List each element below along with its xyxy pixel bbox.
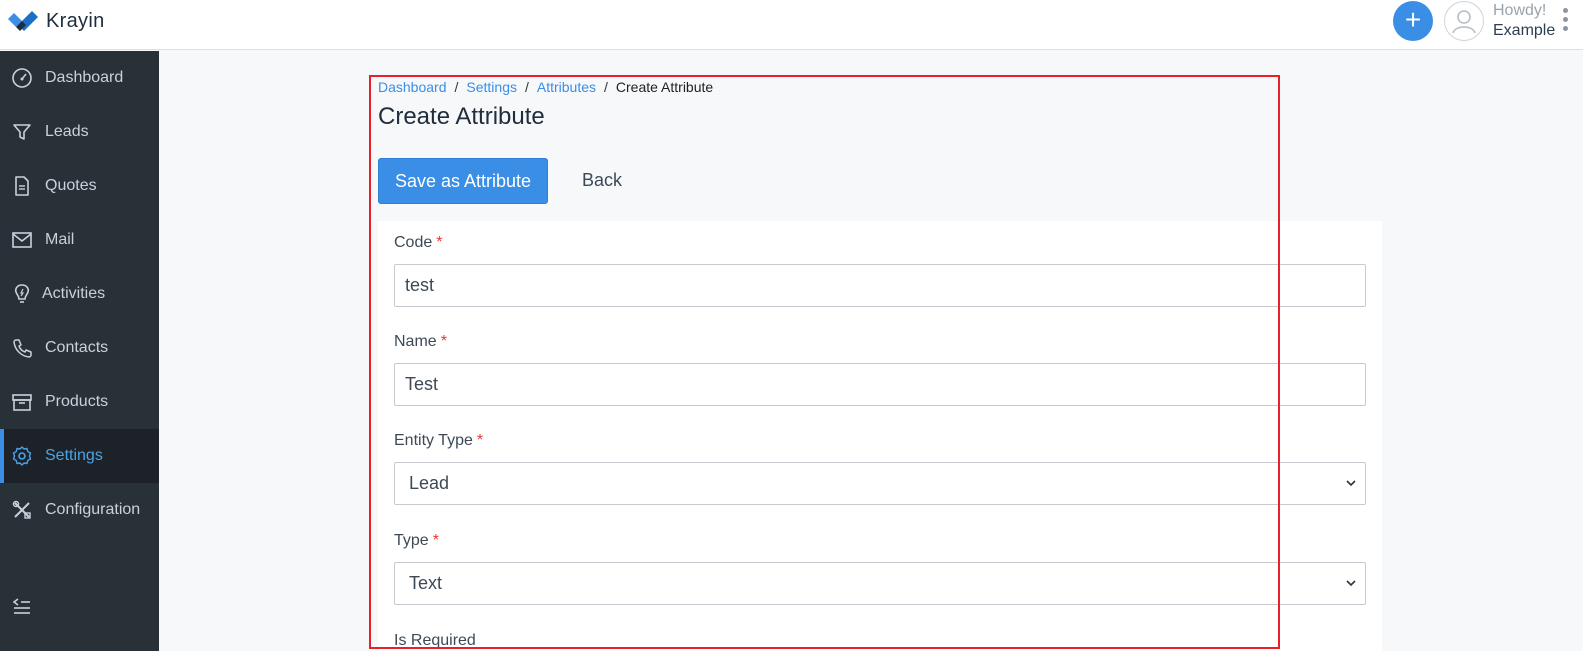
- sidebar-item-contacts[interactable]: Contacts: [0, 321, 159, 375]
- is-required-label: Is Required: [394, 632, 476, 649]
- name-label-text: Name: [394, 333, 437, 350]
- breadcrumb: Dashboard / Settings / Attributes / Crea…: [378, 79, 713, 95]
- lightbulb-icon: [11, 283, 33, 305]
- sidebar-item-leads[interactable]: Leads: [0, 105, 159, 159]
- sidebar-item-label: Dashboard: [45, 69, 124, 86]
- chevron-down-icon: [1346, 580, 1356, 587]
- sidebar-item-label: Leads: [45, 123, 89, 140]
- entity-type-label-text: Entity Type: [394, 432, 473, 449]
- breadcrumb-current: Create Attribute: [615, 79, 714, 95]
- sidebar-item-label: Mail: [45, 231, 75, 248]
- filter-funnel-icon: [11, 121, 33, 143]
- type-select[interactable]: Text: [394, 562, 1366, 605]
- app-name: Krayin: [46, 10, 105, 32]
- mail-envelope-icon: [11, 229, 33, 251]
- tools-icon: [11, 499, 33, 521]
- code-label: Code *: [394, 234, 442, 252]
- entity-type-label: Entity Type *: [394, 432, 483, 450]
- document-icon: [11, 175, 33, 197]
- quick-add-button[interactable]: +: [1393, 1, 1433, 41]
- type-label: Type *: [394, 532, 439, 550]
- user-icon: [1452, 10, 1476, 34]
- entity-type-select[interactable]: Lead: [394, 462, 1366, 505]
- breadcrumb-dashboard[interactable]: Dashboard: [378, 79, 447, 95]
- user-name[interactable]: Example: [1493, 22, 1555, 40]
- breadcrumb-attributes[interactable]: Attributes: [537, 79, 596, 95]
- required-mark: *: [440, 333, 447, 350]
- sidebar-item-dashboard[interactable]: Dashboard: [0, 51, 159, 105]
- sidebar-item-label: Products: [45, 393, 109, 410]
- collapse-sidebar-icon[interactable]: [11, 596, 33, 618]
- required-mark: *: [432, 532, 439, 549]
- required-mark: *: [476, 432, 484, 449]
- dashboard-gauge-icon: [11, 67, 33, 89]
- sidebar-item-quotes[interactable]: Quotes: [0, 159, 159, 213]
- code-label-text: Code: [394, 234, 433, 251]
- phone-icon: [11, 337, 33, 359]
- chevron-down-icon: [1346, 480, 1356, 487]
- sidebar-item-label: Contacts: [45, 339, 109, 356]
- type-value: Text: [409, 573, 443, 593]
- logo[interactable]: Krayin: [8, 10, 105, 33]
- gear-icon: [11, 445, 33, 467]
- breadcrumb-separator: /: [524, 79, 529, 95]
- sidebar-item-label: Settings: [45, 447, 103, 464]
- sidebar-item-products[interactable]: Products: [0, 375, 159, 429]
- breadcrumb-separator: /: [454, 79, 459, 95]
- sidebar-item-mail[interactable]: Mail: [0, 213, 159, 267]
- entity-type-value: Lead: [409, 473, 450, 493]
- sidebar-item-activities[interactable]: Activities: [0, 267, 159, 321]
- greeting: Howdy!: [1493, 2, 1547, 19]
- sidebar-item-settings[interactable]: Settings: [0, 429, 159, 483]
- sidebar-item-label: Configuration: [45, 501, 141, 518]
- archive-box-icon: [11, 391, 33, 413]
- attribute-form: Code * test Name * Test Entity Type * Lead …: [378, 221, 1382, 651]
- code-input[interactable]: test: [394, 264, 1366, 307]
- page-title: Create Attribute: [378, 103, 545, 130]
- save-as-attribute-button[interactable]: Save as Attribute: [378, 158, 548, 204]
- sidebar: Dashboard Leads Quotes Mail Activities C…: [0, 51, 159, 651]
- krayin-logo-icon: [8, 10, 38, 31]
- top-bar: Krayin + Howdy! Example: [0, 0, 1583, 50]
- sidebar-item-configuration[interactable]: Configuration: [0, 483, 159, 537]
- sidebar-item-label: Quotes: [45, 177, 97, 194]
- name-label: Name *: [394, 333, 447, 351]
- sidebar-item-label: Activities: [42, 285, 106, 302]
- avatar[interactable]: [1444, 1, 1484, 41]
- required-mark: *: [436, 234, 443, 251]
- breadcrumb-settings[interactable]: Settings: [466, 79, 517, 95]
- back-button[interactable]: Back: [582, 170, 622, 191]
- more-options-icon[interactable]: [1561, 8, 1569, 36]
- type-label-text: Type: [394, 532, 429, 549]
- name-input[interactable]: Test: [394, 363, 1366, 406]
- breadcrumb-separator: /: [604, 79, 608, 95]
